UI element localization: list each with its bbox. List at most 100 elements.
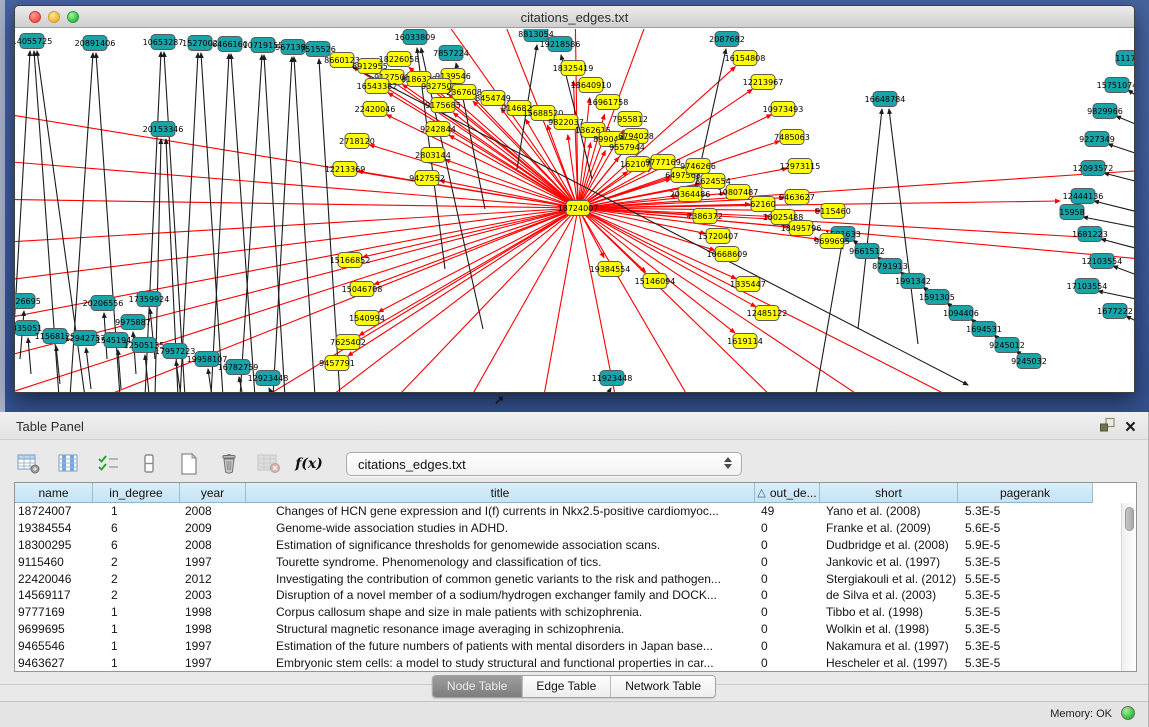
graph-node[interactable]: 19384554: [590, 262, 631, 277]
table-row[interactable]: 1830029562008Estimation of significance …: [15, 537, 1121, 554]
table-row[interactable]: 1456911722003Disruption of a novel membe…: [15, 587, 1121, 604]
graph-node[interactable]: 12485122: [747, 306, 788, 321]
graph-node[interactable]: 1694531: [966, 322, 1002, 337]
graph-node[interactable]: 10668609: [707, 247, 748, 262]
cell-short[interactable]: Hescheler et al. (1997): [820, 656, 958, 670]
cell-pagerank[interactable]: 5.9E-5: [958, 538, 1093, 552]
cell-short[interactable]: Tibbo et al. (1998): [820, 605, 958, 619]
cell-title[interactable]: Estimation of significance thresholds fo…: [246, 538, 755, 552]
graph-node[interactable]: 16648784: [865, 92, 906, 107]
graph-node[interactable]: 2087682: [709, 32, 745, 47]
graph-node[interactable]: 20153346: [143, 122, 184, 137]
cell-name[interactable]: 19384554: [15, 521, 93, 535]
cell-pagerank[interactable]: 5.3E-5: [958, 555, 1093, 569]
network-canvas[interactable]: 1405572520891406106532871527002646616010…: [15, 29, 1134, 392]
cell-year[interactable]: 1998: [180, 622, 246, 636]
cell-year[interactable]: 2009: [180, 521, 246, 535]
cell-name[interactable]: 9699695: [15, 622, 93, 636]
table-settings-button[interactable]: [16, 451, 42, 477]
table-row[interactable]: 969969511998Structural magnetic resonanc…: [15, 621, 1121, 638]
cell-title[interactable]: Corpus callosum shape and size in male p…: [246, 605, 755, 619]
network-view-window[interactable]: citations_edges.txt 14055725208914061065…: [14, 5, 1135, 393]
table-body[interactable]: 1872400712008Changes of HCN gene express…: [15, 503, 1121, 671]
cell-short[interactable]: Franke et al. (2009): [820, 521, 958, 535]
cell-title[interactable]: Structural magnetic resonance image aver…: [246, 622, 755, 636]
graph-node[interactable]: 20891406: [75, 36, 116, 51]
column-header-name[interactable]: name: [15, 483, 93, 503]
graph-node[interactable]: 16154808: [725, 51, 766, 66]
cell-name[interactable]: 9115460: [15, 555, 93, 569]
cell-name[interactable]: 14569117: [15, 588, 93, 602]
close-panel-icon[interactable]: ×: [1125, 420, 1136, 436]
graph-node[interactable]: 62160: [750, 197, 775, 212]
table-row[interactable]: 1938455462009Genome-wide association stu…: [15, 520, 1121, 537]
cell-year[interactable]: 2008: [180, 504, 246, 518]
graph-node[interactable]: 15720407: [698, 229, 739, 244]
function-builder-button[interactable]: f(x): [296, 451, 322, 477]
graph-node[interactable]: 12213369: [325, 162, 366, 177]
row-height-button[interactable]: [136, 451, 162, 477]
graph-node[interactable]: 12213967: [743, 75, 784, 90]
graph-node[interactable]: 18325419: [553, 61, 594, 76]
cell-out_degree[interactable]: 49: [755, 504, 820, 518]
cell-pagerank[interactable]: 5.5E-5: [958, 572, 1093, 586]
graph-node[interactable]: 9457791: [319, 356, 355, 371]
cell-title[interactable]: Embryonic stem cells: a model to study s…: [246, 656, 755, 670]
table-row[interactable]: 2242004622012Investigating the contribut…: [15, 570, 1121, 587]
float-panel-icon[interactable]: [1099, 417, 1115, 438]
cell-in_degree[interactable]: 2: [93, 588, 180, 602]
cell-short[interactable]: Wolkin et al. (1998): [820, 622, 958, 636]
table-row[interactable]: 946554611997Estimation of the future num…: [15, 637, 1121, 654]
graph-node[interactable]: 11923448: [592, 371, 633, 386]
column-header-pagerank[interactable]: pagerank: [958, 483, 1093, 503]
graph-node[interactable]: 2718120: [339, 134, 375, 149]
cell-name[interactable]: 9777169: [15, 605, 93, 619]
cell-short[interactable]: Stergiakouli et al. (2012): [820, 572, 958, 586]
cell-year[interactable]: 1997: [180, 656, 246, 670]
cell-name[interactable]: 9465546: [15, 639, 93, 653]
new-column-button[interactable]: [176, 451, 202, 477]
cell-out_degree[interactable]: 0: [755, 622, 820, 636]
cell-name[interactable]: 22420046: [15, 572, 93, 586]
cell-in_degree[interactable]: 2: [93, 555, 180, 569]
cell-title[interactable]: Genome-wide association studies in ADHD.: [246, 521, 755, 535]
cell-out_degree[interactable]: 0: [755, 588, 820, 602]
cell-pagerank[interactable]: 5.3E-5: [958, 588, 1093, 602]
cell-pagerank[interactable]: 5.3E-5: [958, 622, 1093, 636]
cell-in_degree[interactable]: 1: [93, 639, 180, 653]
cell-in_degree[interactable]: 6: [93, 521, 180, 535]
column-header-in_degree[interactable]: in_degree: [93, 483, 180, 503]
cell-out_degree[interactable]: 0: [755, 538, 820, 552]
cell-out_degree[interactable]: 0: [755, 639, 820, 653]
cell-pagerank[interactable]: 5.6E-5: [958, 521, 1093, 535]
graph-node[interactable]: 1991342: [895, 274, 931, 289]
cell-pagerank[interactable]: 5.3E-5: [958, 639, 1093, 653]
graph-node[interactable]: 16033809: [395, 30, 436, 45]
cell-short[interactable]: Yano et al. (2008): [820, 504, 958, 518]
graph-node[interactable]: 9661512: [849, 244, 885, 259]
graph-node[interactable]: 9975887: [115, 315, 151, 330]
delete-column-button[interactable]: [216, 451, 242, 477]
cell-year[interactable]: 2012: [180, 572, 246, 586]
cell-year[interactable]: 2008: [180, 538, 246, 552]
cell-short[interactable]: Nakamura et al. (1997): [820, 639, 958, 653]
graph-node[interactable]: 22420046: [355, 102, 396, 117]
graph-node[interactable]: 9463627: [779, 190, 815, 205]
table-row[interactable]: 946362711997Embryonic stem cells: a mode…: [15, 654, 1121, 671]
column-header-out_degree[interactable]: △out_de...: [755, 483, 820, 503]
cell-in_degree[interactable]: 1: [93, 605, 180, 619]
cell-out_degree[interactable]: 0: [755, 605, 820, 619]
graph-node[interactable]: 12973115: [780, 159, 821, 174]
tab-edge-table[interactable]: Edge Table: [521, 676, 610, 697]
graph-node[interactable]: 1591305: [919, 290, 955, 305]
cell-in_degree[interactable]: 6: [93, 538, 180, 552]
network-window-titlebar[interactable]: citations_edges.txt: [15, 6, 1134, 28]
show-columns-button[interactable]: [56, 451, 82, 477]
graph-node[interactable]: 7485063: [774, 130, 810, 145]
tab-node-table[interactable]: Node Table: [433, 676, 522, 697]
graph-node[interactable]: 1619114: [727, 334, 763, 349]
tab-network-table[interactable]: Network Table: [610, 676, 715, 697]
column-header-short[interactable]: short: [820, 483, 958, 503]
graph-node[interactable]: 2526695: [15, 294, 41, 309]
cell-short[interactable]: Jankovic et al. (1997): [820, 555, 958, 569]
